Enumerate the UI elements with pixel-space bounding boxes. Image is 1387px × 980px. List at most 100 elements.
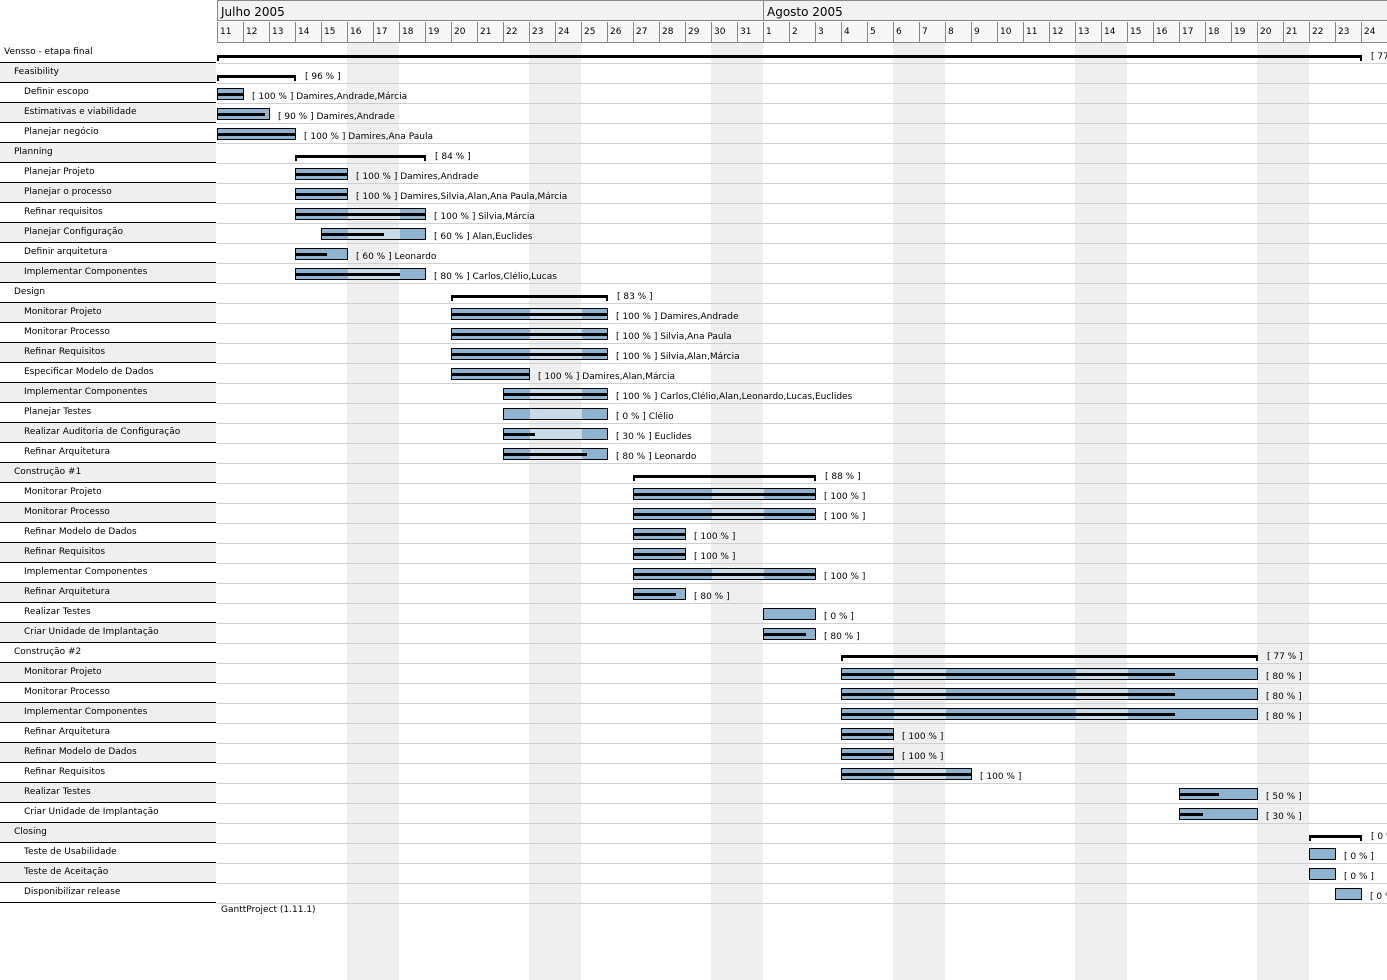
task-name: Monitorar Processo — [24, 327, 110, 337]
task-name: Refinar Requisitos — [24, 767, 106, 777]
row-divider — [217, 603, 1387, 604]
task-bar — [841, 768, 972, 780]
progress-line — [634, 493, 816, 496]
task-label: [ 80 % ] Carlos,Clélio,Lucas — [434, 272, 557, 282]
task-name: Closing — [14, 827, 47, 837]
progress-line — [296, 253, 328, 256]
day-header: 29 — [685, 22, 712, 43]
task-name-row: Disponibilizar release — [0, 883, 216, 903]
task-bar — [503, 428, 608, 440]
task-label: [ 90 % ] Damires,Andrade — [278, 112, 395, 122]
summary-bar — [451, 295, 608, 301]
task-name-row: Refinar Arquitetura — [0, 723, 216, 743]
progress-line — [322, 233, 385, 236]
day-header: 9 — [971, 22, 998, 43]
row-divider — [217, 283, 1387, 284]
task-label: [ 0 % ] — [824, 612, 854, 622]
task-name: Realizar Auditoria de Configuração — [24, 427, 181, 437]
task-name: Realizar Testes — [24, 787, 91, 797]
row-divider — [217, 103, 1387, 104]
day-header: 16 — [347, 22, 374, 43]
task-name-row: Monitorar Projeto — [0, 303, 216, 323]
row-divider — [217, 743, 1387, 744]
task-bar — [1179, 788, 1258, 800]
month-header: Agosto 2005 — [763, 0, 1387, 21]
task-bar — [503, 408, 608, 420]
task-name: Implementar Componentes — [24, 267, 148, 277]
day-header: 22 — [503, 22, 530, 43]
task-bar — [451, 368, 530, 380]
task-bar — [503, 448, 608, 460]
task-name-row: Refinar Requisitos — [0, 763, 216, 783]
day-header: 17 — [373, 22, 400, 43]
day-header: 6 — [893, 22, 920, 43]
task-label: [ 0 % — [1370, 892, 1387, 902]
task-name: Feasibility — [14, 67, 59, 77]
month-header: Julho 2005 — [217, 0, 764, 21]
day-header: 18 — [1205, 22, 1232, 43]
task-name: Refinar requisitos — [24, 207, 103, 217]
day-header: 21 — [477, 22, 504, 43]
row-divider — [217, 323, 1387, 324]
bar-gap — [530, 429, 582, 439]
task-name-row: Refinar Modelo de Dados — [0, 743, 216, 763]
task-name-row: Design — [0, 283, 216, 303]
task-label: [ 100 % ] — [824, 492, 866, 502]
task-bar — [295, 248, 348, 260]
task-bar — [1179, 808, 1258, 820]
task-bar — [841, 668, 1258, 680]
progress-line — [842, 773, 972, 776]
task-label: [ 100 % ] — [980, 772, 1022, 782]
task-label: [ 100 % ] Silvia,Alan,Márcia — [616, 352, 740, 362]
task-name-row: Realizar Testes — [0, 603, 216, 623]
task-name: Construção #1 — [14, 467, 82, 477]
task-bar — [217, 88, 244, 100]
task-name-row: Refinar Requisitos — [0, 543, 216, 563]
task-name-row: Refinar Modelo de Dados — [0, 523, 216, 543]
day-header: 21 — [1283, 22, 1310, 43]
progress-line — [634, 533, 686, 536]
day-header: 15 — [321, 22, 348, 43]
task-name: Monitorar Projeto — [24, 307, 102, 317]
row-divider — [217, 723, 1387, 724]
day-header: 17 — [1179, 22, 1206, 43]
row-divider — [217, 903, 1387, 904]
progress-line — [504, 453, 588, 456]
task-bar — [217, 108, 270, 120]
row-divider — [217, 183, 1387, 184]
task-name-row: Refinar Arquitetura — [0, 583, 216, 603]
day-header: 19 — [1231, 22, 1258, 43]
progress-line — [218, 93, 244, 96]
task-label: [ 60 % ] Alan,Euclides — [434, 232, 533, 242]
task-bar — [841, 708, 1258, 720]
task-bar — [841, 748, 894, 760]
day-header: 23 — [529, 22, 556, 43]
progress-line — [842, 753, 894, 756]
task-label: [ 0 % ] — [1344, 852, 1374, 862]
progress-line — [504, 393, 608, 396]
day-header: 13 — [1075, 22, 1102, 43]
task-name-row: Monitorar Processo — [0, 683, 216, 703]
task-bar — [295, 268, 426, 280]
task-name-row: Construção #2 — [0, 643, 216, 663]
task-label: [ 100 % ] Damires,Andrade — [616, 312, 739, 322]
progress-line — [452, 313, 608, 316]
task-label: [ 100 % ] — [902, 752, 944, 762]
task-label: [ 100 % ] Damires,Alan,Márcia — [538, 372, 675, 382]
task-name: Teste de Usabilidade — [24, 847, 117, 857]
day-header: 2 — [789, 22, 816, 43]
day-header: 8 — [945, 22, 972, 43]
task-name: Planejar Testes — [24, 407, 92, 417]
row-divider — [217, 363, 1387, 364]
task-name-row: Estimativas e viabilidade — [0, 103, 216, 123]
task-name: Refinar Requisitos — [24, 547, 106, 557]
row-divider — [217, 763, 1387, 764]
row-divider — [217, 643, 1387, 644]
bar-gap — [530, 409, 582, 419]
task-bar — [451, 308, 608, 320]
task-bar — [633, 528, 686, 540]
progress-line — [634, 573, 816, 576]
row-divider — [217, 823, 1387, 824]
progress-line — [634, 553, 686, 556]
progress-line — [842, 733, 894, 736]
